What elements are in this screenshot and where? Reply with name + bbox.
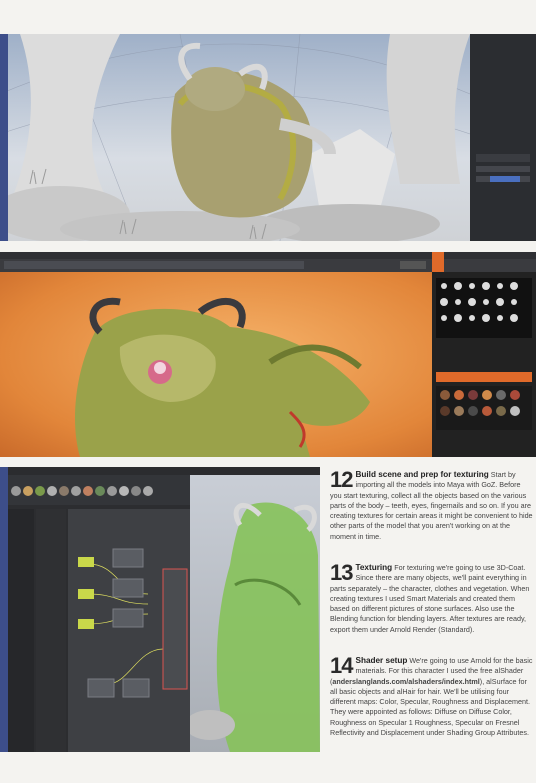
hypershade-editor — [8, 475, 190, 752]
maya-shelf-sidebar — [0, 467, 8, 752]
step-text: Build scene and prep for texturing Start… — [330, 470, 534, 542]
3dcoat-screenshot — [0, 252, 536, 457]
scene-illustration — [0, 34, 471, 241]
3dcoat-toolbar — [0, 252, 536, 272]
brush-grid[interactable] — [436, 278, 532, 338]
hair-viewport — [185, 475, 320, 752]
step-number: 13 — [330, 560, 354, 585]
step-body: For texturing we're going to use 3D-Coat… — [330, 563, 530, 634]
camera-dropdown[interactable] — [400, 261, 426, 269]
menu-bar[interactable] — [8, 467, 320, 475]
node-graph[interactable] — [68, 509, 190, 752]
step-heading: Texturing — [355, 563, 393, 572]
step-heading: Build scene and prep for texturing — [355, 470, 489, 479]
smart-materials-tab[interactable] — [436, 372, 532, 382]
step-link[interactable]: anderslanglands.com/alshaders/index.html — [332, 677, 479, 686]
panel-row — [476, 166, 530, 172]
step-text: Shader setup We're going to use Arnold f… — [330, 656, 534, 738]
texturing-viewport — [0, 272, 432, 457]
selected-layer[interactable] — [490, 176, 520, 182]
step-heading: Shader setup — [355, 656, 408, 665]
material-browser[interactable] — [8, 475, 190, 505]
step-number: 12 — [330, 467, 354, 492]
tool-options[interactable] — [4, 261, 304, 269]
attribute-panel — [470, 34, 536, 241]
step-number: 14 — [330, 653, 354, 678]
hypershade-screenshot — [0, 467, 320, 752]
material-swatches[interactable] — [436, 386, 532, 430]
maya-viewport-screenshot — [0, 34, 536, 241]
maya-shelf-sidebar — [0, 34, 8, 241]
accent-tab[interactable] — [432, 252, 444, 272]
step-body: Start by importing all the models into M… — [330, 470, 533, 541]
outliner[interactable] — [8, 509, 34, 752]
node-list[interactable] — [36, 509, 66, 752]
troll-render — [75, 297, 370, 457]
materials-panel — [432, 272, 536, 457]
viewport-scene — [0, 34, 471, 241]
panel-tabs[interactable] — [476, 154, 530, 162]
step-12: 12 Build scene and prep for texturing St… — [330, 467, 534, 542]
step-13: 13 Texturing For texturing we're going t… — [330, 560, 534, 635]
step-14: 14 Shader setup We're going to use Arnol… — [330, 653, 534, 738]
step-text: Texturing For texturing we're going to u… — [330, 563, 534, 635]
